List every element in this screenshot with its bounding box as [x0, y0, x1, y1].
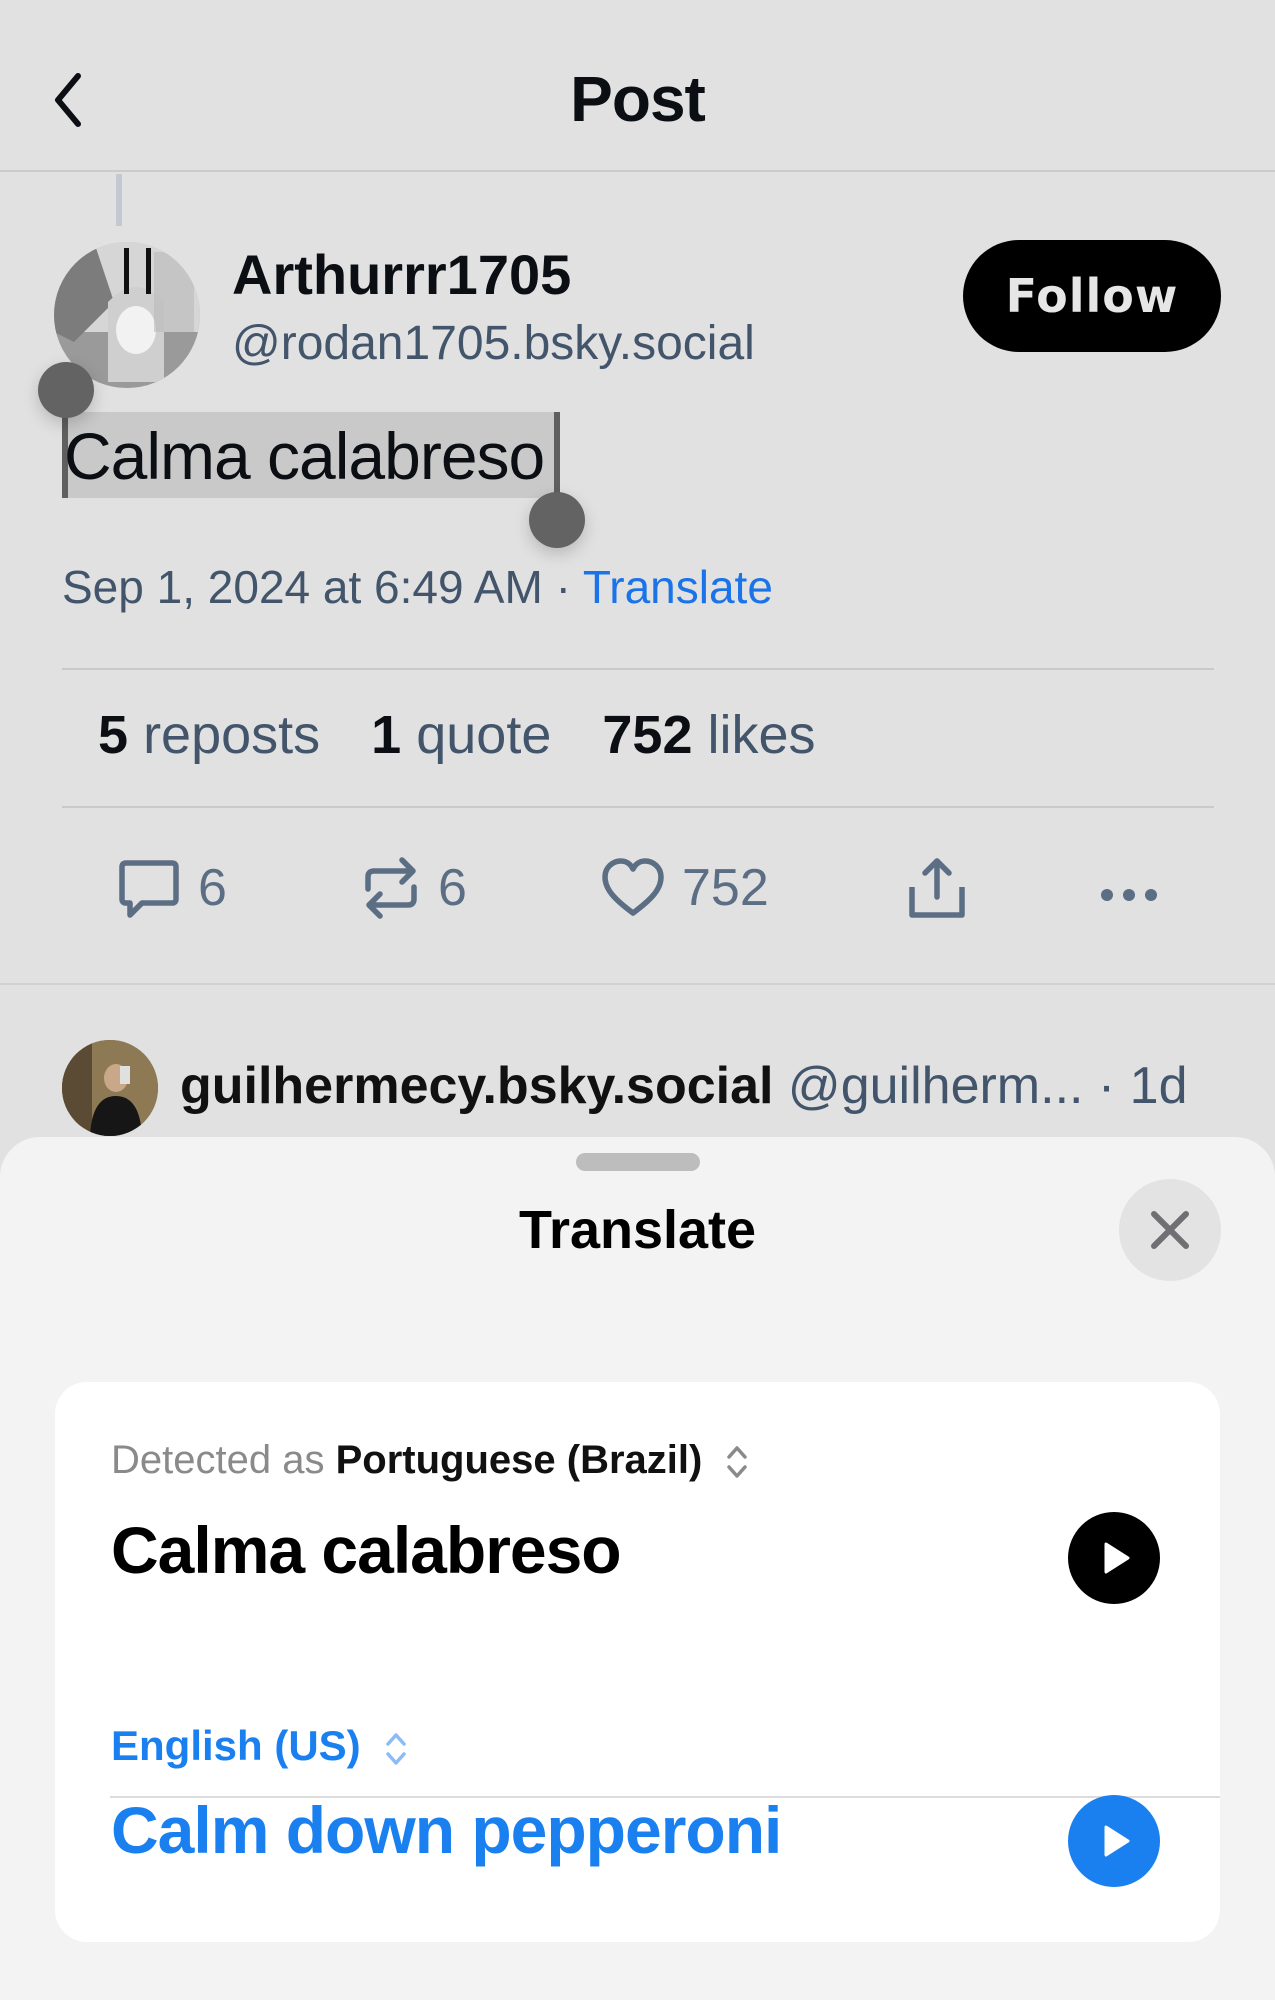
sheet-title: Translate — [518, 1200, 757, 1260]
repost-button[interactable]: 6 — [360, 855, 467, 921]
post-text[interactable]: Calma calabreso — [64, 418, 545, 494]
chevron-up-down-icon — [727, 1446, 748, 1479]
target-language: English (US) — [111, 1722, 361, 1769]
reply-avatar[interactable] — [62, 1040, 158, 1136]
follow-button[interactable]: Follow — [963, 240, 1221, 352]
likes-stat[interactable]: 752 likes — [602, 705, 815, 765]
likes-count: 752 — [602, 705, 693, 765]
selection-start-handle[interactable] — [38, 362, 94, 418]
play-icon — [1104, 1542, 1130, 1574]
quotes-label: quote — [416, 705, 552, 765]
divider — [62, 668, 1214, 670]
reply-header: guilhermecy.bsky.social @guilherm... · 1… — [180, 1056, 1188, 1116]
more-icon — [1101, 889, 1157, 901]
repost-count: 6 — [438, 859, 467, 917]
sheet-grabber[interactable] — [576, 1153, 700, 1171]
section-divider — [0, 983, 1275, 985]
like-count: 752 — [682, 859, 769, 917]
likes-label: likes — [707, 705, 816, 765]
post-stats: 5 reposts 1 quote 752 likes — [98, 704, 852, 766]
reply-icon — [119, 860, 179, 918]
translation-card: Detected as Portuguese (Brazil) Calma ca… — [55, 1382, 1220, 1942]
post-actions: 6 6 752 — [0, 855, 1275, 937]
translate-sheet: Translate Detected as Portuguese (Brazil… — [0, 1137, 1275, 2000]
reply-button[interactable]: 6 — [116, 855, 227, 921]
quotes-count: 1 — [371, 705, 402, 765]
reply-avatar-image — [62, 1040, 158, 1136]
meta-separator: · — [555, 561, 571, 613]
detected-prefix: Detected as — [111, 1438, 325, 1482]
heart-icon — [602, 858, 664, 916]
target-language-selector[interactable]: English (US) — [111, 1722, 408, 1770]
repost-icon — [365, 857, 417, 919]
reposts-stat[interactable]: 5 reposts — [98, 705, 320, 765]
selection-end-handle[interactable] — [529, 492, 585, 548]
reply-age: · 1d — [1097, 1057, 1188, 1115]
post-meta: Sep 1, 2024 at 6:49 AM · Translate — [62, 560, 773, 614]
chevron-up-down-icon — [386, 1733, 407, 1765]
source-language: Portuguese (Brazil) — [335, 1438, 703, 1482]
author-display-name[interactable]: Arthurrr1705 — [232, 242, 571, 307]
reposts-count: 5 — [98, 705, 129, 765]
quotes-stat[interactable]: 1 quote — [371, 705, 551, 765]
translate-link[interactable]: Translate — [583, 561, 773, 613]
share-icon — [909, 858, 965, 918]
play-icon — [1104, 1825, 1130, 1857]
page-title: Post — [570, 63, 706, 135]
close-icon — [1151, 1211, 1189, 1249]
reply-display-name[interactable]: guilhermecy.bsky.social — [180, 1057, 773, 1115]
reply-handle[interactable]: @guilherm... — [788, 1057, 1084, 1115]
thread-line — [116, 174, 122, 226]
reposts-label: reposts — [143, 705, 321, 765]
source-text: Calma calabreso — [111, 1513, 622, 1587]
play-source-button[interactable] — [1068, 1512, 1160, 1604]
post-timestamp: Sep 1, 2024 at 6:49 AM — [62, 561, 543, 613]
divider — [62, 806, 1214, 808]
close-button[interactable] — [1119, 1179, 1221, 1281]
like-button[interactable]: 752 — [600, 855, 769, 921]
reply-count: 6 — [198, 859, 227, 917]
translated-text: Calm down pepperoni — [111, 1793, 782, 1867]
play-translation-button[interactable] — [1068, 1795, 1160, 1887]
author-handle[interactable]: @rodan1705.bsky.social — [232, 316, 755, 371]
share-button[interactable] — [906, 855, 968, 921]
more-options-button[interactable] — [1098, 865, 1160, 925]
nav-header: Post — [0, 0, 1275, 172]
source-language-selector[interactable]: Detected as Portuguese (Brazil) — [111, 1438, 749, 1483]
